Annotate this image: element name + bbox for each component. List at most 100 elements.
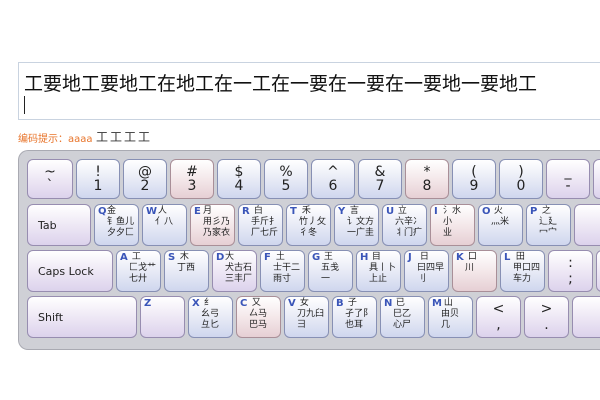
key-radicals: 已 巳乙 心尸 [393, 298, 412, 330]
key-9[interactable]: ( 9 [452, 159, 496, 199]
key-letter: R [242, 206, 250, 217]
key-radicals: 大 犬古石 三丰厂 [225, 252, 253, 284]
key-main-char: 6 [328, 178, 338, 194]
key-s[interactable]: S 木 丁西 [164, 250, 209, 292]
key-w[interactable]: W 人 亻八 [142, 204, 187, 246]
key-main-char: 7 [375, 178, 385, 194]
key-i[interactable]: I 氵水 小 业 [430, 204, 475, 246]
key-e[interactable]: E 月 用彡乃 乃家衣 [190, 204, 235, 246]
key-shift-char: : [568, 255, 573, 271]
key-y[interactable]: Y 言 讠文方 一广圭 [334, 204, 379, 246]
key-letter: X [192, 298, 200, 309]
key-radicals: 金 钅鱼儿 夕夕匚 [107, 206, 135, 238]
key-c[interactable]: C 又 厶马 巴马 [236, 296, 281, 338]
key-p[interactable]: P 之 辶廴 冖宀 [526, 204, 571, 246]
key-radicals: 王 五戋 一 [321, 252, 340, 284]
key-v[interactable]: V 女 刀九臼 彐 [284, 296, 329, 338]
key-radicals: 纟 幺弓 彑匕 [201, 298, 220, 330]
key-main-char: 2 [140, 178, 150, 194]
key-a[interactable]: A 工 匚戈艹 七廾 [116, 250, 161, 292]
key-period[interactable]: > . [524, 296, 569, 338]
key-m[interactable]: M 山 由贝 几 [428, 296, 473, 338]
key-radicals: 山 由贝 几 [441, 298, 460, 330]
key-letter: Q [98, 206, 107, 217]
key-main-char: 9 [469, 178, 479, 194]
key-letter: H [360, 252, 369, 263]
key-letter: T [290, 206, 297, 217]
key-radicals: 土 士干二 雨寸 [273, 252, 301, 284]
key-semicolon[interactable]: : ; [548, 250, 593, 292]
key-t[interactable]: T 禾 竹丿攵 彳冬 [286, 204, 331, 246]
key-2[interactable]: @ 2 [123, 159, 167, 199]
key-k[interactable]: K 口 川 [452, 250, 497, 292]
key-tab[interactable]: Tab [27, 204, 91, 246]
virtual-keyboard: ~ ` ! 1 @ 2 # 3 $ 4 % 5 ^ 6 & 7 * 8 ( 9 … [18, 150, 600, 350]
key-1[interactable]: ! 1 [76, 159, 120, 199]
key-comma[interactable]: < , [476, 296, 521, 338]
key-x[interactable]: X 纟 幺弓 彑匕 [188, 296, 233, 338]
key-main-char: 5 [281, 178, 291, 194]
typed-text: 工要地工要地工在地工在一工在一要在一要在一要地一要地工 [24, 73, 538, 95]
key-main-char: 1 [93, 178, 103, 194]
key-6[interactable]: ^ 6 [311, 159, 355, 199]
key-l[interactable]: L 田 甲口四 车力 [500, 250, 545, 292]
key-shift-label: Shift [38, 310, 64, 324]
key-radicals: 目 具丨卜 上止 [369, 252, 397, 284]
key-0[interactable]: ) 0 [499, 159, 543, 199]
key-letter: Y [338, 206, 346, 217]
key-7[interactable]: & 7 [358, 159, 402, 199]
key-radicals: 木 丁西 [177, 252, 196, 273]
key-n[interactable]: N 已 巳乙 心尸 [380, 296, 425, 338]
key-u[interactable]: U 立 六辛冫 丬门疒 [382, 204, 427, 246]
key-5[interactable]: % 5 [264, 159, 308, 199]
key-b[interactable]: B 子 孑了阝 也耳 [332, 296, 377, 338]
key-radicals: 女 刀九臼 彐 [297, 298, 325, 330]
key-main-char: . [544, 317, 549, 333]
key-letter: J [408, 252, 412, 263]
key-letter: V [288, 298, 296, 309]
key-h[interactable]: H 目 具丨卜 上止 [356, 250, 401, 292]
key-main-char: 4 [234, 178, 244, 194]
key-letter: S [168, 252, 176, 263]
key-radicals: 氵水 小 业 [443, 206, 462, 238]
key-main-char: 8 [422, 178, 432, 194]
code-hint-label: 编码提示：aaaa [18, 134, 93, 145]
key-radicals: 月 用彡乃 乃家衣 [203, 206, 231, 238]
key-f[interactable]: F 土 士干二 雨寸 [260, 250, 305, 292]
key-radicals: 田 甲口四 车力 [513, 252, 541, 284]
key-caps-lock[interactable]: Caps Lock [27, 250, 113, 292]
key-partial-right[interactable] [574, 204, 600, 246]
key-d[interactable]: D 大 犬古石 三丰厂 [212, 250, 257, 292]
key-shift-char: > [540, 301, 553, 317]
key-partial-right[interactable] [596, 250, 600, 292]
key-caps-label: Caps Lock [38, 264, 94, 278]
key-partial-right[interactable] [593, 159, 600, 199]
text-caret [24, 96, 25, 114]
key-g[interactable]: G 王 五戋 一 [308, 250, 353, 292]
typing-text-area[interactable]: 工要地工要地工在地工在一工在一要在一要在一要地一要地工 [18, 62, 600, 120]
key-4[interactable]: $ 4 [217, 159, 261, 199]
key-j[interactable]: J 日 曰四早 刂 [404, 250, 449, 292]
key-radicals: 禾 竹丿攵 彳冬 [299, 206, 327, 238]
key-shift-char: < [492, 301, 505, 317]
key-main-char: - [565, 178, 571, 194]
key-letter: C [240, 298, 248, 309]
key-q[interactable]: Q 金 钅鱼儿 夕夕匚 [94, 204, 139, 246]
key-radicals: 白 手斤扌 厂七斤 [251, 206, 279, 238]
key-main-char: 0 [516, 178, 526, 194]
key-o[interactable]: O 火 灬米 [478, 204, 523, 246]
key-letter: Z [144, 298, 152, 309]
key-8[interactable]: * 8 [405, 159, 449, 199]
key-3[interactable]: # 3 [170, 159, 214, 199]
key-partial-right[interactable] [572, 296, 600, 338]
key-radicals: 又 厶马 巴马 [249, 298, 268, 330]
key-r[interactable]: R 白 手斤扌 厂七斤 [238, 204, 283, 246]
key-main-char: ` [46, 178, 54, 194]
key-letter: O [482, 206, 491, 217]
key-letter: E [194, 206, 201, 217]
key-z[interactable]: Z [140, 296, 185, 338]
key-radicals: 人 亻八 [155, 206, 174, 227]
key-shift[interactable]: Shift [27, 296, 137, 338]
key-backtick[interactable]: ~ ` [27, 159, 73, 199]
key-minus[interactable]: _ - [546, 159, 590, 199]
